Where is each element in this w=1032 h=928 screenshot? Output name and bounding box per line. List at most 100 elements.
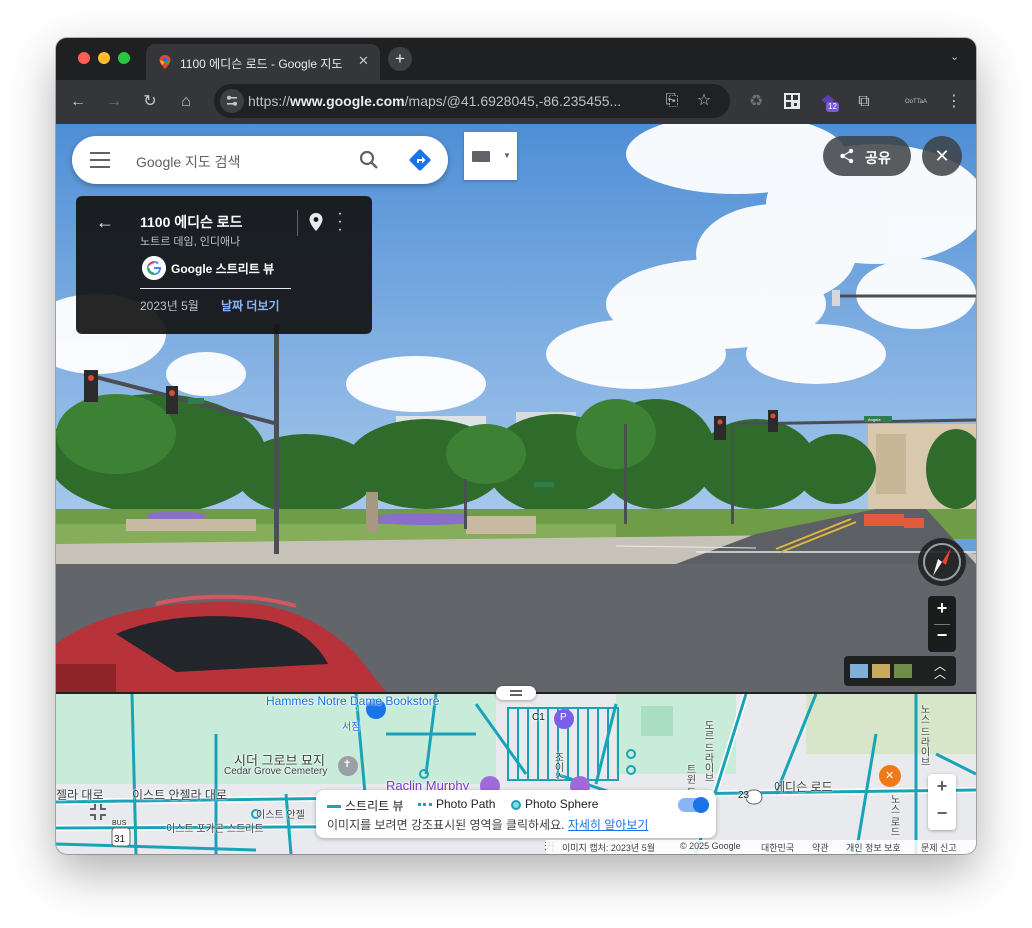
compass-needle-icon — [923, 543, 961, 581]
tab-title: 1100 에디슨 로드 - Google 지도 — [180, 57, 343, 71]
thumbnail-1[interactable] — [850, 664, 868, 678]
reload-icon[interactable]: ↻ — [140, 92, 160, 112]
street-view-panorama[interactable]: Angela Google 지도 검색 ▼ 공유 ✕ ← 1100 에디슨 로드… — [56, 124, 976, 692]
back-arrow-icon[interactable]: ← — [68, 92, 88, 112]
directions-icon[interactable] — [408, 148, 432, 172]
cemetery-en-label: Cedar Grove Cemetery — [224, 766, 328, 777]
forward-arrow-icon[interactable]: → — [104, 92, 124, 112]
home-icon[interactable]: ⌂ — [176, 92, 196, 112]
keyboard-icon — [472, 151, 490, 162]
share-button[interactable]: 공유 — [823, 136, 911, 176]
close-window-button[interactable] — [78, 52, 90, 64]
tab-google-maps[interactable]: 1100 에디슨 로드 - Google 지도 ✕ — [146, 44, 380, 80]
location-info-card: ← 1100 에디슨 로드 노트르 데임, 인디애나 · · · Google 스트… — [76, 196, 372, 334]
tab-strip: 1100 에디슨 로드 - Google 지도 ✕ + ⌄ — [56, 38, 976, 80]
footer-privacy-link[interactable]: 개인 정보 보호 — [846, 841, 901, 854]
browser-toolbar: ← → ↻ ⌂ https://www.google.com/maps/@41.… — [56, 80, 976, 124]
east-pokagon-label: 이스트 포카곤 스트리트 — [166, 824, 264, 835]
coverage-legend: 스트리트 뷰 Photo Path Photo Sphere 이미지를 보려면 … — [316, 790, 716, 838]
road-label-4: 노스 로드 — [888, 794, 899, 837]
bookmark-star-icon[interactable]: ☆ — [694, 91, 714, 111]
footer-copyright: © 2025 Google — [680, 841, 741, 851]
card-divider — [297, 210, 298, 236]
east-angela-label: 이스트 안젤라 대로 — [132, 788, 227, 802]
footer-country[interactable]: 대한민국 — [761, 841, 794, 854]
search-input[interactable]: Google 지도 검색 — [136, 152, 240, 172]
edison-road-label: 에디슨 로드 — [774, 780, 833, 794]
compass-control[interactable] — [918, 538, 966, 586]
address-bar[interactable]: https://www.google.com/maps/@41.6928045,… — [214, 84, 730, 118]
bookstore-type-label: 서점 — [342, 722, 361, 733]
minimize-window-button[interactable] — [98, 52, 110, 64]
minimap-zoom-out-button[interactable]: − — [928, 803, 956, 824]
footer-report-link[interactable]: 문제 신고 — [921, 841, 957, 854]
google-logo-icon — [142, 256, 166, 280]
route-23-label: 23 — [738, 790, 750, 801]
capture-date: 2023년 5월 — [140, 299, 199, 313]
joyce-label: 조이스 — [552, 752, 563, 782]
profile-avatar[interactable]: OoTTaA — [902, 92, 930, 112]
close-street-view-button[interactable]: ✕ — [922, 136, 962, 176]
site-settings-icon[interactable] — [220, 89, 244, 113]
bookstore-pin-icon[interactable]: ⌂ — [353, 703, 359, 714]
place-title: 1100 에디슨 로드 — [140, 214, 243, 230]
collapse-map-icon[interactable] — [86, 800, 110, 824]
map-footer: 이미지 캡처: 2023년 5월 © 2025 Google 대한민국 약관 개… — [546, 840, 976, 854]
url-text: https://www.google.com/maps/@41.6928045,… — [248, 93, 622, 109]
caret-down-icon[interactable]: ▼ — [503, 151, 511, 160]
coverage-toggle[interactable] — [678, 797, 709, 813]
learn-more-link[interactable]: 자세히 알아보기 — [568, 818, 649, 832]
legend-photo-sphere: Photo Sphere — [511, 797, 598, 811]
hamburger-menu-icon[interactable] — [90, 152, 110, 168]
photo-sphere-dot-icon — [511, 799, 521, 810]
legend-photo-path: Photo Path — [418, 797, 495, 811]
extension-badge: 12 — [826, 102, 839, 112]
maximize-window-button[interactable] — [118, 52, 130, 64]
more-dates-link[interactable]: 날짜 더보기 — [221, 297, 280, 314]
parking-label: P — [560, 712, 567, 723]
new-tab-button[interactable]: + — [388, 47, 412, 71]
mini-map[interactable]: Hammes Notre Dame Bookstore 서점 시더 그로브 묘지… — [56, 694, 976, 854]
legend-help-text: 이미지를 보려면 강조표시된 영역을 클릭하세요. 자세히 알아보기 — [327, 818, 649, 832]
imagery-thumbnail-strip: ︿ ︿ — [844, 656, 956, 686]
zoom-out-button[interactable]: − — [928, 625, 956, 646]
east-angela-2-label: 이스트 안젤 — [256, 810, 305, 821]
maps-pin-icon — [159, 55, 171, 69]
expand-chevrons-icon[interactable]: ︿ ︿ — [934, 660, 946, 680]
kebab-menu-icon[interactable]: ⋮ — [944, 92, 964, 112]
c1-parking-label: C1 — [532, 712, 545, 723]
qr-code-icon[interactable] — [782, 92, 802, 112]
footer-terms-link[interactable]: 약관 — [812, 841, 829, 854]
more-options-icon[interactable]: · · · — [336, 206, 344, 238]
input-tools-keyboard-button[interactable]: ▼ — [464, 132, 517, 180]
thumbnail-3[interactable] — [894, 664, 912, 678]
recycle-extension-icon[interactable]: ♻ — [746, 92, 766, 112]
street-view-line-icon — [327, 805, 341, 809]
zoom-in-button[interactable]: + — [928, 598, 956, 619]
maps-search-box[interactable]: Google 지도 검색 — [72, 136, 448, 184]
toggle-knob — [693, 797, 709, 813]
minimap-zoom-control: + − — [928, 774, 956, 830]
provider-underline — [140, 288, 291, 289]
restaurant-pin-icon[interactable]: ✕ — [885, 769, 894, 782]
place-subtitle: 노트르 데임, 인디애나 — [140, 236, 241, 248]
legend-street-view: 스트리트 뷰 — [327, 797, 404, 814]
extensions-puzzle-icon[interactable]: ⧉ — [854, 92, 874, 112]
search-icon[interactable] — [358, 149, 380, 171]
pane-resize-handle[interactable] — [496, 686, 536, 700]
bus-route-label: BUS — [112, 820, 127, 827]
street-view-zoom-control: + − — [928, 596, 956, 652]
drive-label-1: 도르 드라이브 — [702, 720, 713, 783]
cemetery-pin-icon[interactable]: ✝ — [343, 759, 351, 770]
street-sign-text: Angela — [868, 417, 881, 422]
minimap-zoom-in-button[interactable]: + — [928, 776, 956, 797]
imagery-provider: Google 스트리트 뷰 — [171, 262, 275, 276]
route-31-label: 31 — [114, 834, 126, 845]
install-app-icon[interactable]: ⎘ — [662, 91, 682, 111]
tab-close-icon[interactable]: ✕ — [358, 53, 369, 69]
back-arrow-icon[interactable]: ← — [96, 212, 114, 233]
tab-search-chevron-icon[interactable]: ⌄ — [950, 50, 959, 63]
location-pin-icon[interactable] — [309, 213, 323, 231]
thumbnail-2[interactable] — [872, 664, 890, 678]
share-label: 공유 — [865, 150, 891, 166]
